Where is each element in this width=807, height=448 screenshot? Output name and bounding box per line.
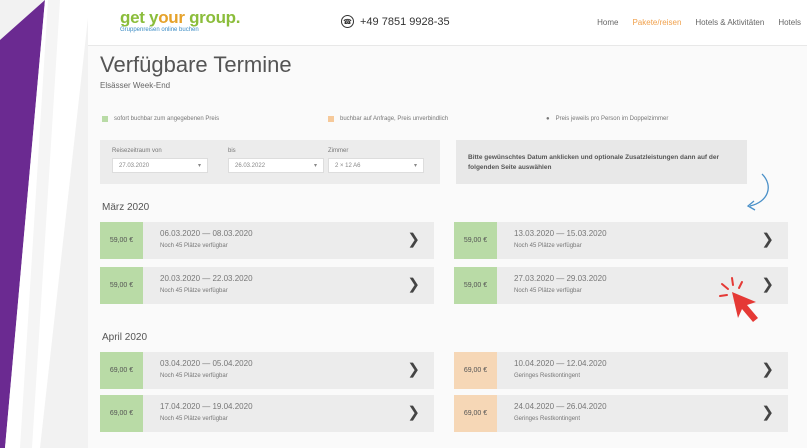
month-heading-april: April 2020 <box>102 332 148 343</box>
date-range: 27.03.2020 — 29.03.2020 <box>514 274 607 283</box>
availability: Noch 45 Plätze verfügbar <box>514 243 582 249</box>
date-range: 03.04.2020 — 05.04.2020 <box>160 359 253 368</box>
person-icon: ● <box>546 116 550 122</box>
page-title: Verfügbare Termine <box>100 52 292 77</box>
date-range: 17.04.2020 — 19.04.2020 <box>160 402 253 411</box>
price-badge: 59,00 € <box>100 267 143 304</box>
date-row[interactable]: 69,00 € 17.04.2020 — 19.04.2020 Noch 45 … <box>100 395 434 432</box>
chevron-down-icon: ▾ <box>413 163 417 169</box>
availability: Noch 45 Plätze verfügbar <box>514 288 582 294</box>
phone-icon: ☎ <box>341 15 354 28</box>
chevron-right-icon: ❯ <box>407 404 420 421</box>
from-date-select[interactable]: 27.03.2020 ▾ <box>112 158 208 173</box>
availability: Noch 45 Plätze verfügbar <box>160 373 228 379</box>
site-header: get your group. Gruppenreisen online buc… <box>88 0 807 46</box>
legend-on-request: buchbar auf Anfrage, Preis unverbindlich <box>328 116 448 122</box>
orange-swatch <box>328 116 334 122</box>
chevron-right-icon: ❯ <box>407 361 420 378</box>
availability: Geringes Restkontingent <box>514 416 581 422</box>
month-heading-maerz: März 2020 <box>102 202 150 213</box>
date-range: 06.03.2020 — 08.03.2020 <box>160 229 253 238</box>
date-row[interactable]: 69,00 € 10.04.2020 — 12.04.2020 Geringes… <box>454 352 788 389</box>
date-row[interactable]: 59,00 € 13.03.2020 — 15.03.2020 Noch 45 … <box>454 222 788 259</box>
chevron-down-icon: ▾ <box>313 163 317 169</box>
date-range: 24.04.2020 — 26.04.2020 <box>514 402 607 411</box>
nav-hotels-aktivitaeten[interactable]: Hotels & Aktivitäten <box>695 18 764 27</box>
availability: Noch 45 Plätze verfügbar <box>160 243 228 249</box>
to-field: bis 26.03.2022 ▾ <box>228 148 324 173</box>
rooms-select[interactable]: 2 × 12 A6 ▾ <box>328 158 424 173</box>
date-row[interactable]: 69,00 € 24.04.2020 — 26.04.2020 Geringes… <box>454 395 788 432</box>
price-badge: 59,00 € <box>454 267 497 304</box>
price-badge: 69,00 € <box>100 352 143 389</box>
availability: Noch 45 Plätze verfügbar <box>160 288 228 294</box>
chevron-right-icon: ❯ <box>407 276 420 293</box>
availability: Noch 45 Plätze verfügbar <box>160 416 228 422</box>
legend-instant: sofort buchbar zum angegebenen Preis <box>102 116 219 122</box>
availability: Geringes Restkontingent <box>514 373 581 379</box>
legend-per-person: ● Preis jeweils pro Person im Doppelzimm… <box>546 116 669 122</box>
date-filter: Reisezeitraum von 27.03.2020 ▾ bis 26.03… <box>100 140 440 184</box>
site-logo[interactable]: get your group. Gruppenreisen online buc… <box>120 8 240 33</box>
date-range: 10.04.2020 — 12.04.2020 <box>514 359 607 368</box>
info-hint: Bitte gewünschtes Datum anklicken und op… <box>456 140 747 184</box>
price-badge: 69,00 € <box>454 352 497 389</box>
nav-hotels[interactable]: Hotels <box>778 18 801 27</box>
date-row[interactable]: 59,00 € 20.03.2020 — 22.03.2020 Noch 45 … <box>100 267 434 304</box>
chevron-right-icon: ❯ <box>407 231 420 248</box>
booking-page: get your group. Gruppenreisen online buc… <box>88 0 807 448</box>
date-row[interactable]: 59,00 € 06.03.2020 — 08.03.2020 Noch 45 … <box>100 222 434 259</box>
rooms-field: Zimmer 2 × 12 A6 ▾ <box>328 148 424 173</box>
curved-arrow-icon <box>746 173 769 211</box>
price-badge: 69,00 € <box>454 395 497 432</box>
green-swatch <box>102 116 108 122</box>
chevron-right-icon: ❯ <box>761 361 774 378</box>
phone-number[interactable]: ☎ +49 7851 9928-35 <box>341 15 450 28</box>
chevron-right-icon: ❯ <box>761 404 774 421</box>
from-field: Reisezeitraum von 27.03.2020 ▾ <box>112 148 208 173</box>
price-badge: 59,00 € <box>100 222 143 259</box>
click-cursor-icon <box>719 277 758 322</box>
chevron-right-icon: ❯ <box>761 231 774 248</box>
price-badge: 59,00 € <box>454 222 497 259</box>
chevron-down-icon: ▾ <box>197 163 201 169</box>
date-range: 20.03.2020 — 22.03.2020 <box>160 274 253 283</box>
decorative-purple-band <box>0 0 90 448</box>
price-badge: 69,00 € <box>100 395 143 432</box>
date-row[interactable]: 69,00 € 03.04.2020 — 05.04.2020 Noch 45 … <box>100 352 434 389</box>
legend: sofort buchbar zum angegebenen Preis buc… <box>102 116 782 128</box>
nav-home[interactable]: Home <box>597 18 618 27</box>
nav-paketreisen[interactable]: Pakete/reisen <box>632 18 681 27</box>
main-nav: Home Pakete/reisen Hotels & Aktivitäten … <box>597 18 801 27</box>
date-range: 13.03.2020 — 15.03.2020 <box>514 229 607 238</box>
page-subtitle: Elsässer Week-End <box>100 81 171 90</box>
to-date-select[interactable]: 26.03.2022 ▾ <box>228 158 324 173</box>
